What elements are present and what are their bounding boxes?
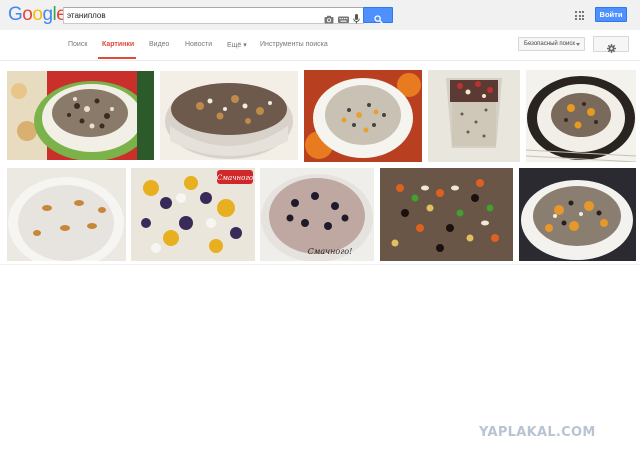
chevron-down-icon [576,43,580,46]
keyboard-icon[interactable] [338,11,349,23]
results-bottom-divider [0,264,640,265]
search-icon [374,11,383,29]
tab-video[interactable]: Видео [149,41,169,48]
image-result[interactable] [160,71,298,160]
image-result[interactable] [428,70,520,162]
watermark: YAPLAKAL.COM [479,425,596,440]
tab-more[interactable]: Ещё ▾ [227,41,247,49]
apps-grid-icon[interactable] [575,11,584,20]
tab-images[interactable]: Картинки [102,41,134,48]
search-input[interactable] [67,9,317,22]
tab-news[interactable]: Новости [185,41,212,48]
settings-button[interactable] [593,36,629,53]
overlay-text: Смачного! [308,247,353,256]
google-logo[interactable]: Google [8,4,67,26]
camera-icon[interactable] [324,11,334,24]
top-bar: Google Войти [0,0,640,30]
overlay-text: Смачного [217,174,253,182]
image-result[interactable]: Смачного! [260,168,374,261]
tab-search-tools[interactable]: Инструменты поиска [260,41,328,48]
sign-in-button[interactable]: Войти [595,7,627,22]
tab-search[interactable]: Поиск [68,41,87,48]
active-tab-indicator [98,57,136,59]
image-result[interactable] [519,168,636,261]
logo-letter: G [8,4,23,25]
image-result[interactable] [526,70,636,162]
logo-letter: o [22,4,33,25]
safe-search-button[interactable]: Безопасный поиск [518,37,585,51]
image-result[interactable] [7,71,154,160]
image-result[interactable] [380,168,513,261]
search-box[interactable] [63,7,364,24]
image-result[interactable] [304,70,422,162]
logo-letter: o [32,4,43,25]
image-result[interactable]: Смачного [131,168,255,261]
microphone-icon[interactable] [353,11,360,24]
image-result[interactable] [7,168,126,261]
gear-icon [607,40,616,58]
logo-letter: g [42,4,53,25]
safe-search-label: Безопасный поиск [524,41,575,47]
search-button[interactable] [363,7,393,24]
